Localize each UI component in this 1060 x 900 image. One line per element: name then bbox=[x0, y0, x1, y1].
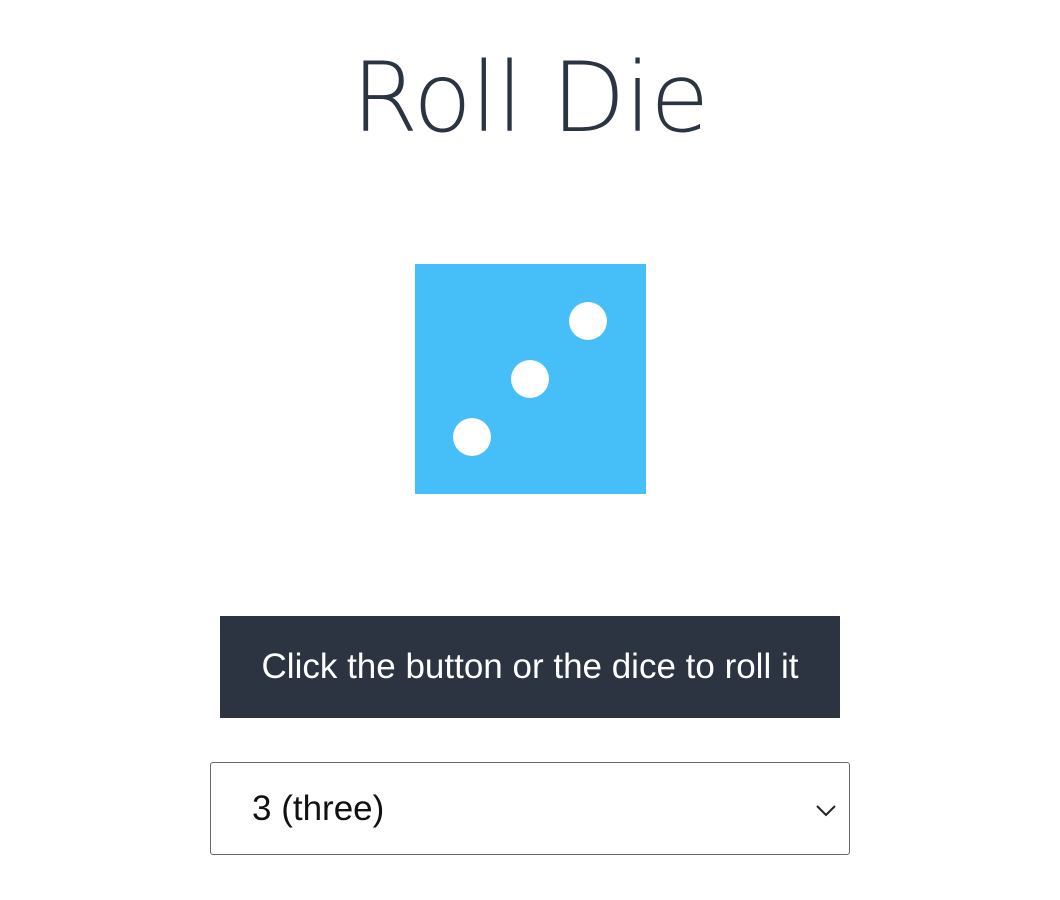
face-select[interactable]: 3 (three) bbox=[210, 762, 850, 855]
chevron-down-icon bbox=[816, 805, 836, 817]
die-pip bbox=[453, 418, 491, 456]
die-face-3-icon[interactable] bbox=[415, 264, 646, 494]
roll-button[interactable]: Click the button or the dice to roll it bbox=[220, 616, 840, 718]
face-select-value: 3 (three) bbox=[252, 789, 385, 828]
page-title: Roll Die bbox=[351, 42, 710, 154]
die-pip bbox=[511, 360, 549, 398]
die-pip bbox=[569, 302, 607, 340]
